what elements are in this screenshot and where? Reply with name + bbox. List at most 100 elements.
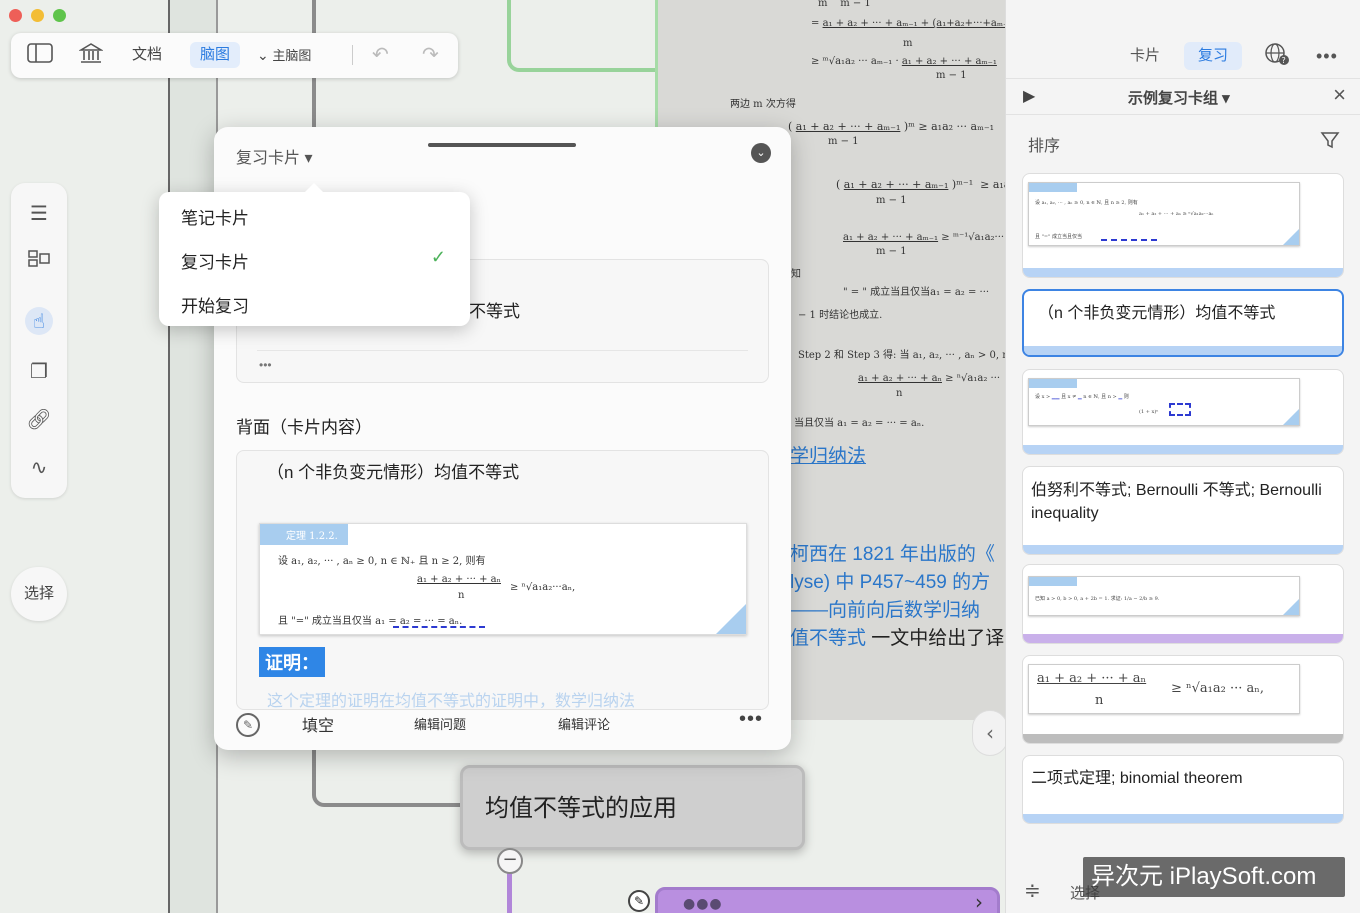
chevron-down-icon[interactable]: ⌄ — [751, 143, 771, 163]
doc-link-mean-inequality[interactable]: 值不等式 — [790, 628, 866, 649]
chevron-right-icon[interactable]: › — [975, 890, 983, 913]
library-icon[interactable] — [78, 42, 107, 68]
drag-handle[interactable] — [428, 143, 576, 147]
more-icon: ●●● — [683, 896, 723, 912]
card-type-selector[interactable]: 复习卡片 ▾ — [236, 144, 312, 168]
sort-label[interactable]: 排序 — [1028, 132, 1060, 156]
sidebar-toggle-icon[interactable] — [27, 42, 55, 68]
review-card[interactable]: 已知 a > 0, b > 0, a + 2b = 1. 求证: 1/a − 2… — [1022, 564, 1344, 644]
tab-review[interactable]: 复习 — [1184, 42, 1243, 70]
review-card[interactable]: 设 a₁, a₂, ··· , aₙ ≥ 0, n ∈ ℕ, 且 n ≥ 2, … — [1022, 173, 1344, 278]
doc-text: − 1 时结论也成立. — [798, 310, 883, 321]
connector-line-purple — [507, 872, 512, 913]
theorem-line: 且 "=" 成立当且仅当 a₁ = a₂ = ··· = aₙ. — [278, 616, 463, 627]
toolbar-divider — [352, 45, 353, 65]
connector-line — [312, 750, 462, 807]
doc-text: 两边 m 次方得 — [730, 99, 796, 110]
theorem-line: ≥ ⁿ√a₁a₂···aₙ, — [510, 582, 576, 593]
tab-mindmap[interactable]: 脑图 — [190, 42, 241, 68]
card-thumbnail: 设 a₁, a₂, ··· , aₙ ≥ 0, n ∈ ℕ, 且 n ≥ 2, … — [1028, 182, 1300, 246]
mindmap-node-label: 均值不等式的应用 — [485, 795, 677, 822]
cloze-box — [1169, 403, 1191, 416]
math-line: m m − 1 — [818, 0, 871, 9]
node-collapse-icon[interactable]: − — [497, 848, 523, 874]
card-front-text: 不等式 — [469, 302, 520, 321]
doc-text: 当且仅当 a₁ = a₂ = ··· = aₙ. — [794, 418, 925, 429]
review-card[interactable]: a₁ + a₂ + ··· + aₙ n ≥ ⁿ√a₁a₂ ··· aₙ, — [1022, 655, 1344, 744]
pen-icon[interactable]: ✎ — [628, 890, 650, 912]
card-text: （n 个非负变元情形）均值不等式 — [1038, 305, 1276, 322]
card-back-label: 背面（卡片内容） — [236, 418, 372, 437]
canvas-column — [168, 0, 216, 913]
menu-item-note-card[interactable]: 笔记卡片 — [181, 204, 249, 229]
pen-icon[interactable]: ✎ — [236, 713, 260, 737]
doc-link-induction[interactable]: 学归纳法 — [790, 441, 866, 468]
right-tabs: 卡片 复习 ? ••• — [1006, 42, 1360, 72]
card-status-bar — [1023, 814, 1343, 823]
math-line: ( a₁ + a₂ + ··· + aₘ₋₁ )ᵐ⁻¹ ≥ a₁a₂ — [836, 178, 1005, 191]
card-back-field[interactable]: （n 个非负变元情形）均值不等式 定理 1.2.2. 设 a₁, a₂, ···… — [236, 450, 769, 710]
filter-icon[interactable] — [1320, 130, 1340, 155]
math-line: = a₁ + a₂ + ··· + aₘ₋₁ + (a₁+a₂+···+aₘ₋₁… — [811, 18, 1005, 29]
mindmap-node-purple[interactable]: ●●● › — [655, 887, 1000, 913]
theorem-line: a₁ + a₂ + ··· + aₙ — [417, 574, 501, 585]
tab-document[interactable]: 文档 — [132, 42, 162, 68]
tab-cards[interactable]: 卡片 — [1130, 42, 1160, 70]
theorem-line: n — [458, 590, 465, 601]
menu-caret — [304, 183, 324, 193]
edit-comment-button[interactable]: 编辑评论 — [558, 714, 610, 733]
main-map-label: 主脑图 — [272, 48, 312, 63]
doc-text-line: ——向前向后数学归纳 — [790, 600, 981, 621]
watermark: 异次元 iPlaySoft.com — [1083, 857, 1345, 897]
minimize-window-button[interactable] — [31, 9, 44, 22]
main-map-selector[interactable]: ⌄ 主脑图 — [257, 42, 311, 68]
deck-title[interactable]: 示例复习卡组 ▾ — [1128, 87, 1230, 108]
formula-rhs: ≥ ⁿ√a₁a₂ ··· aₙ, — [1171, 681, 1265, 696]
formula-numerator: a₁ + a₂ + ··· + aₙ — [1037, 671, 1147, 686]
copy-icon[interactable]: ❐ — [25, 357, 53, 385]
menu-item-start-review[interactable]: 开始复习 — [181, 292, 249, 317]
card-status-bar — [1023, 634, 1343, 643]
layout-icon[interactable] — [25, 247, 53, 275]
left-sidebar: ☰ ☝ ❐ 🔗︎ ∿ — [11, 183, 67, 498]
review-card-selected[interactable]: （n 个非负变元情形）均值不等式 — [1022, 289, 1344, 357]
outline-icon[interactable]: ☰ — [25, 199, 53, 227]
thumbnail-line: 设 a₁, a₂, ··· , aₙ ≥ 0, n ∈ ℕ, 且 n ≥ 2, … — [1035, 200, 1138, 206]
edit-question-button[interactable]: 编辑问题 — [414, 714, 466, 733]
review-card[interactable]: 二项式定理; binomial theorem — [1022, 755, 1344, 824]
more-icon[interactable]: ••• — [259, 358, 272, 372]
more-icon[interactable]: ••• — [739, 708, 763, 731]
web-help-icon[interactable]: ? — [1264, 42, 1290, 70]
freehand-icon[interactable]: ∿ — [25, 453, 53, 481]
undo-icon[interactable]: ↶ — [372, 42, 389, 68]
close-icon[interactable]: × — [1333, 82, 1346, 108]
zoom-window-button[interactable] — [53, 9, 66, 22]
math-line: m — [903, 38, 913, 49]
split-icon[interactable]: ≑ — [1024, 878, 1041, 903]
redo-icon[interactable]: ↷ — [422, 42, 439, 68]
card-status-bar — [1024, 346, 1342, 355]
thumbnail-tag — [1029, 379, 1077, 388]
mindmap-node[interactable]: 均值不等式的应用 — [460, 765, 805, 850]
card-status-bar — [1023, 545, 1343, 554]
thumbnail-line: 且 "=" 成立当且仅当 — [1035, 234, 1082, 240]
deck-header: ▶ 示例复习卡组 ▾ × — [1006, 82, 1360, 112]
review-card[interactable]: 伯努利不等式; Bernoulli 不等式; Bernoulli inequal… — [1022, 466, 1344, 555]
close-window-button[interactable] — [9, 9, 22, 22]
math-line: a₁ + a₂ + ··· + aₙ ≥ ⁿ√a₁a₂ ··· — [858, 373, 1001, 384]
review-card[interactable]: 设 x > ▁▁ 且 x ≠ ▁ n ∈ ℕ, 且 n > ▁ 则 (1 + x… — [1022, 369, 1344, 455]
more-icon[interactable]: ••• — [1316, 42, 1338, 70]
play-icon[interactable]: ▶ — [1023, 86, 1035, 106]
doc-text: " = " 成立当且仅当a₁ = a₂ = ··· — [843, 287, 990, 298]
fill-blank-button[interactable]: 填空 — [302, 712, 334, 736]
pointer-hand-icon[interactable]: ☝ — [25, 307, 53, 335]
collapse-panel-button[interactable]: ‹ — [972, 710, 1005, 756]
theorem-corner — [716, 604, 746, 634]
menu-item-review-card[interactable]: 复习卡片 — [181, 248, 249, 273]
link-icon[interactable]: 🔗︎ — [25, 405, 53, 433]
select-button[interactable]: 选择 — [11, 567, 67, 621]
card-thumbnail: 已知 a > 0, b > 0, a + 2b = 1. 求证: 1/a − 2… — [1028, 576, 1300, 616]
thumbnail-tag — [1029, 577, 1077, 586]
thumbnail-line: 设 x > ▁▁ 且 x ≠ ▁ n ∈ ℕ, 且 n > ▁ 则 — [1035, 394, 1129, 400]
doc-text: 一文中给出了译 — [866, 628, 1005, 649]
